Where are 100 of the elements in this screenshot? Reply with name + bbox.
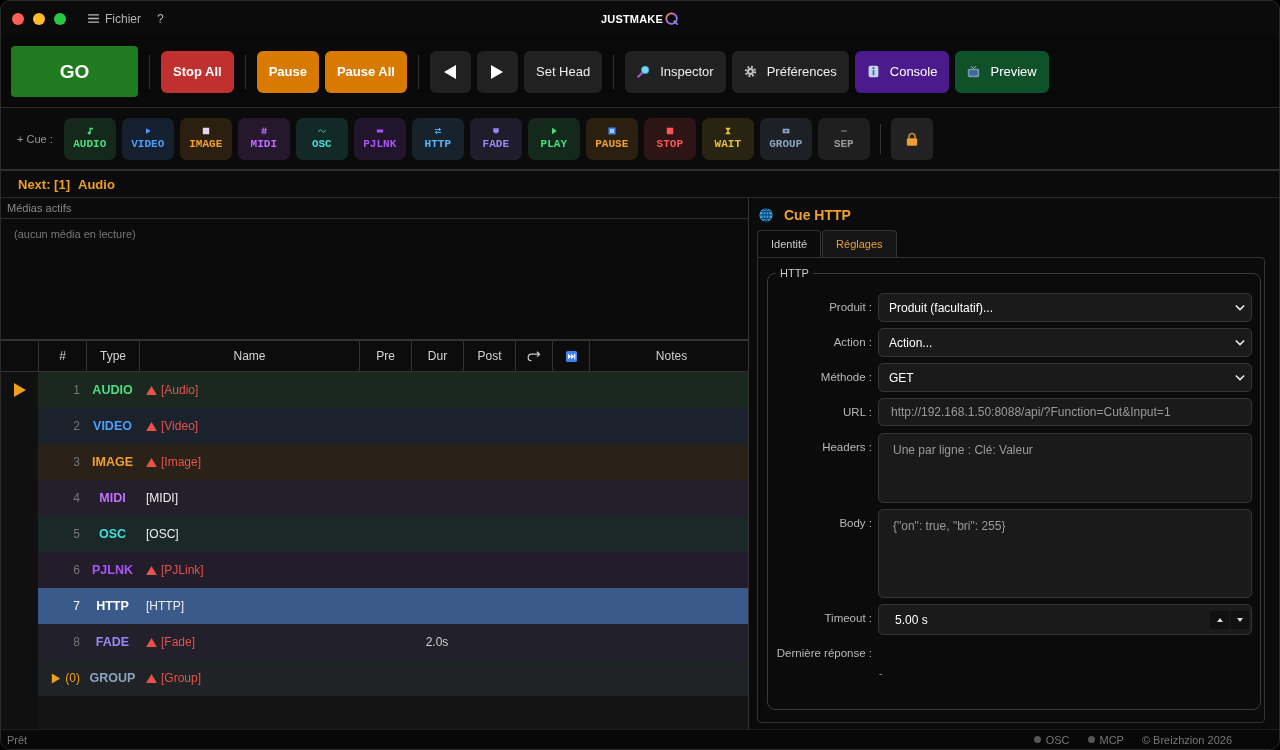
go-button[interactable]: GO <box>11 46 138 97</box>
column-header[interactable]: # <box>38 341 86 371</box>
add-cue-button[interactable]: MIDI <box>237 117 290 160</box>
globe-icon <box>759 208 773 222</box>
chevron-down-icon <box>1235 374 1245 381</box>
add-cue-button[interactable]: PJLNK <box>353 117 406 160</box>
select-field[interactable]: GET <box>878 363 1252 392</box>
music-note-icon <box>85 127 94 135</box>
next-cue-name: Audio <box>78 176 115 192</box>
column-header[interactable]: Name <box>139 341 359 371</box>
cue-number: 4 <box>72 490 81 507</box>
tab[interactable]: Identité <box>757 230 822 257</box>
add-cue-button[interactable]: GROUP <box>759 117 812 160</box>
cue-name: [Audio] <box>161 383 199 397</box>
cue-type: AUDIO <box>92 383 133 397</box>
field-label: Body : <box>838 516 872 531</box>
chevron-down-icon <box>1235 339 1245 346</box>
close-button[interactable] <box>12 12 24 25</box>
cue-number: 6 <box>72 562 81 579</box>
triangle-right-icon[interactable] <box>51 672 62 684</box>
add-cue-button[interactable]: PLAY <box>527 117 580 160</box>
stop-button[interactable]: Stop All <box>161 50 234 93</box>
next-button[interactable] <box>477 50 518 93</box>
column-header[interactable]: Notes <box>589 341 747 371</box>
cue-row[interactable]: 5 OSC [OSC] <box>38 516 748 552</box>
previous-button[interactable] <box>430 50 471 93</box>
text-field[interactable]: http://192.168.1.50:8088/api/?Function=Cut&Input=1 <box>878 398 1252 426</box>
add-cue-button[interactable]: SEP <box>817 117 870 160</box>
tab[interactable]: Réglages <box>822 230 897 257</box>
column-header[interactable]: Post <box>463 341 515 371</box>
maximize-button[interactable] <box>54 12 66 25</box>
menu-item[interactable]: Fichier <box>105 9 141 28</box>
response-value: - <box>878 666 884 681</box>
triangle-left-icon <box>444 64 457 79</box>
child-count: (0) <box>65 671 80 685</box>
menu-icon[interactable] <box>88 14 99 23</box>
cue-number: 2 <box>72 418 81 435</box>
column-header[interactable]: Pre <box>359 341 411 371</box>
cue-number: 3 <box>72 454 81 471</box>
decrement-button[interactable] <box>1230 610 1249 629</box>
field-label: Timeout : <box>823 611 872 626</box>
chevron-down-icon <box>1235 304 1245 311</box>
skip-forward-icon <box>565 350 577 362</box>
lock-button[interactable] <box>890 117 933 160</box>
tv-icon <box>967 65 981 78</box>
add-cue-button[interactable]: STOP <box>643 117 696 160</box>
text-area[interactable]: Une par ligne : Clé: Valeur <box>878 433 1252 503</box>
cue-type: MIDI <box>99 491 126 505</box>
field-label: Dernière réponse : <box>775 646 872 661</box>
pause-icon <box>607 127 616 135</box>
increment-button[interactable] <box>1210 610 1229 629</box>
add-cue-button[interactable]: AUDIO <box>63 117 116 160</box>
select-field[interactable]: Produit (facultatif)... <box>878 293 1252 322</box>
wave-icon <box>317 127 326 135</box>
minimize-button[interactable] <box>33 12 45 25</box>
text-area[interactable]: {"on": true, "bri": 255} <box>878 509 1252 598</box>
cue-row[interactable]: 3 IMAGE [Image] <box>38 444 748 480</box>
cue-row[interactable]: 2 VIDEO [Video] <box>38 408 748 444</box>
preferences-button[interactable]: Préférences <box>731 50 849 93</box>
empty-media-text: (aucun média en lecture) <box>14 228 136 240</box>
preview-button[interactable]: Preview <box>955 50 1049 93</box>
add-cue-button[interactable]: PAUSE <box>585 117 638 160</box>
inspector-button[interactable]: Inspector <box>625 50 726 93</box>
cue-type: GROUP <box>89 671 136 685</box>
cue-number: 7 <box>72 598 81 615</box>
cue-row[interactable]: 4 MIDI [MIDI] <box>38 480 748 516</box>
select-field[interactable]: Action... <box>878 328 1252 357</box>
cue-row[interactable]: (0) GROUP [Group] <box>38 660 748 696</box>
menu-item[interactable]: ? <box>157 9 164 28</box>
cue-name: [Group] <box>161 671 202 685</box>
cue-row[interactable]: 6 PJLNK [PJLink] <box>38 552 748 588</box>
gear-icon <box>743 65 757 78</box>
console-button[interactable]: Console <box>854 50 950 93</box>
hourglass-icon <box>723 127 732 135</box>
copyright-text: © Breizhzion 2026 <box>1141 733 1232 746</box>
cue-type: IMAGE <box>92 455 133 469</box>
cue-name: [Image] <box>161 455 202 469</box>
shield-icon <box>491 127 500 135</box>
cue-name: [HTTP] <box>146 599 184 613</box>
caret-up-icon <box>1216 617 1223 622</box>
add-cue-button[interactable]: WAIT <box>701 117 754 160</box>
column-header[interactable]: Type <box>86 341 139 371</box>
cue-name: [PJLink] <box>161 563 204 577</box>
cue-row[interactable]: 8 FADE [Fade] 2.0s <box>38 624 748 660</box>
spin-field[interactable]: 5.00 s <box>878 604 1252 635</box>
panel-icon <box>781 127 790 135</box>
add-cue-button[interactable]: VIDEO <box>121 117 174 160</box>
cue-type: HTTP <box>96 599 129 613</box>
cue-row[interactable]: 1 AUDIO [Audio] <box>38 372 748 408</box>
add-cue-button[interactable]: OSC <box>295 117 348 160</box>
cue-row[interactable]: 7 HTTP [HTTP] <box>38 588 748 624</box>
set-head-button[interactable]: Set Head <box>524 50 603 93</box>
inspector-title: Cue HTTP <box>784 207 851 223</box>
column-header[interactable]: Dur <box>411 341 463 371</box>
add-cue-button[interactable]: HTTP <box>411 117 464 160</box>
add-cue-button[interactable]: IMAGE <box>179 117 232 160</box>
group-title: HTTP <box>779 267 810 279</box>
cue-number: 8 <box>72 634 81 651</box>
add-cue-button[interactable]: FADE <box>469 117 522 160</box>
play-icon <box>143 127 152 135</box>
